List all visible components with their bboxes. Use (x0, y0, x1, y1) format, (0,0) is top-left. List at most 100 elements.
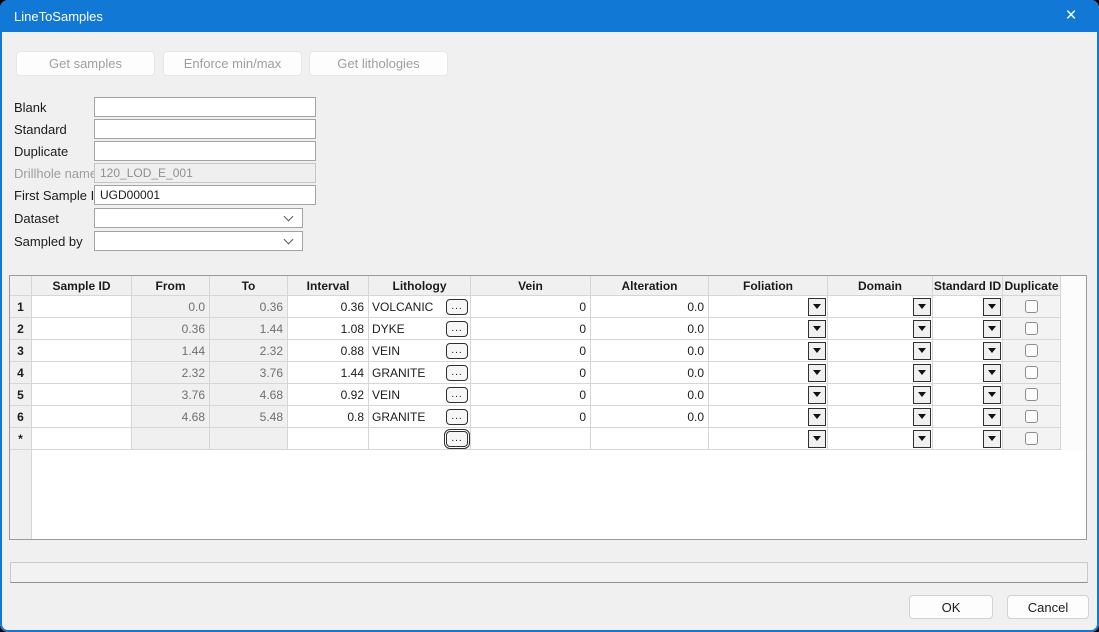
domain-dropdown-button[interactable] (913, 320, 931, 338)
cell-standard-id[interactable] (933, 384, 1003, 406)
row-header[interactable]: 3 (10, 340, 32, 362)
header-from[interactable]: From (132, 276, 210, 296)
standard-id-dropdown-button[interactable] (983, 364, 1001, 382)
get-lithologies-button[interactable]: Get lithologies (309, 51, 448, 76)
cell-foliation[interactable] (709, 406, 828, 428)
header-duplicate[interactable]: Duplicate (1003, 276, 1061, 296)
duplicate-checkbox[interactable] (1025, 410, 1038, 423)
cell-standard-id[interactable] (933, 318, 1003, 340)
foliation-dropdown-button[interactable] (808, 386, 826, 404)
dataset-dropdown[interactable] (94, 208, 303, 228)
header-to[interactable]: To (210, 276, 288, 296)
ok-button[interactable]: OK (909, 595, 993, 619)
cell-foliation[interactable] (709, 318, 828, 340)
cell-vein[interactable]: 0 (471, 340, 591, 362)
cell-sample-id[interactable] (32, 384, 132, 406)
header-domain[interactable]: Domain (828, 276, 933, 296)
cell-alteration[interactable]: 0.0 (591, 296, 709, 318)
cell-lithology[interactable]: DYKE ... (369, 318, 471, 340)
cell-domain[interactable] (828, 384, 933, 406)
cell-domain[interactable] (828, 296, 933, 318)
row-header[interactable]: 5 (10, 384, 32, 406)
cell-foliation[interactable] (709, 428, 828, 450)
row-header[interactable]: 4 (10, 362, 32, 384)
domain-dropdown-button[interactable] (913, 408, 931, 426)
cell-lithology[interactable]: GRANITE ... (369, 406, 471, 428)
cell-alteration[interactable]: 0.0 (591, 406, 709, 428)
cell-alteration[interactable]: 0.0 (591, 362, 709, 384)
cell-domain[interactable] (828, 340, 933, 362)
domain-dropdown-button[interactable] (913, 298, 931, 316)
cell-duplicate[interactable] (1003, 296, 1061, 318)
cell-vein[interactable]: 0 (471, 296, 591, 318)
cell-foliation[interactable] (709, 362, 828, 384)
cell-foliation[interactable] (709, 384, 828, 406)
standard-id-dropdown-button[interactable] (983, 342, 1001, 360)
duplicate-checkbox[interactable] (1025, 322, 1038, 335)
domain-dropdown-button[interactable] (913, 430, 931, 448)
cell-duplicate[interactable] (1003, 340, 1061, 362)
sampled-by-dropdown[interactable] (94, 231, 303, 251)
standard-id-dropdown-button[interactable] (983, 298, 1001, 316)
cell-domain[interactable] (828, 318, 933, 340)
cell-interval[interactable]: 0.92 (288, 384, 369, 406)
duplicate-checkbox[interactable] (1025, 388, 1038, 401)
cell-lithology[interactable]: VEIN ... (369, 340, 471, 362)
foliation-dropdown-button[interactable] (808, 364, 826, 382)
row-header[interactable]: 6 (10, 406, 32, 428)
domain-dropdown-button[interactable] (913, 342, 931, 360)
cell-interval[interactable]: 0.88 (288, 340, 369, 362)
lithology-picker-button[interactable]: ... (446, 299, 468, 315)
cell-vein[interactable] (471, 428, 591, 450)
header-interval[interactable]: Interval (288, 276, 369, 296)
row-header[interactable]: * (10, 428, 32, 450)
header-corner[interactable] (10, 276, 32, 296)
cell-vein[interactable]: 0 (471, 318, 591, 340)
standard-id-dropdown-button[interactable] (983, 386, 1001, 404)
lithology-picker-button[interactable]: ... (446, 321, 468, 337)
cell-sample-id[interactable] (32, 362, 132, 384)
standard-input[interactable] (94, 119, 316, 139)
cell-vein[interactable]: 0 (471, 406, 591, 428)
cell-vein[interactable]: 0 (471, 362, 591, 384)
cell-interval[interactable]: 1.44 (288, 362, 369, 384)
foliation-dropdown-button[interactable] (808, 298, 826, 316)
cell-standard-id[interactable] (933, 362, 1003, 384)
lithology-picker-button[interactable]: ... (446, 409, 468, 425)
lithology-picker-button[interactable]: ... (446, 431, 468, 447)
cell-standard-id[interactable] (933, 406, 1003, 428)
foliation-dropdown-button[interactable] (808, 430, 826, 448)
header-sample-id[interactable]: Sample ID (32, 276, 132, 296)
foliation-dropdown-button[interactable] (808, 408, 826, 426)
standard-id-dropdown-button[interactable] (983, 320, 1001, 338)
cell-interval[interactable]: 0.8 (288, 406, 369, 428)
cell-standard-id[interactable] (933, 428, 1003, 450)
title-bar[interactable]: LineToSamples × (0, 0, 1099, 32)
domain-dropdown-button[interactable] (913, 386, 931, 404)
foliation-dropdown-button[interactable] (808, 342, 826, 360)
cell-sample-id[interactable] (32, 296, 132, 318)
cell-sample-id[interactable] (32, 340, 132, 362)
duplicate-checkbox[interactable] (1025, 432, 1038, 445)
cell-domain[interactable] (828, 428, 933, 450)
cell-interval[interactable]: 0.36 (288, 296, 369, 318)
cell-lithology[interactable]: VOLCANIC ... (369, 296, 471, 318)
duplicate-input[interactable] (94, 141, 316, 161)
enforce-min-max-button[interactable]: Enforce min/max (163, 51, 302, 76)
standard-id-dropdown-button[interactable] (983, 430, 1001, 448)
cell-domain[interactable] (828, 362, 933, 384)
cell-alteration[interactable]: 0.0 (591, 318, 709, 340)
cell-foliation[interactable] (709, 340, 828, 362)
cell-sample-id[interactable] (32, 318, 132, 340)
cell-vein[interactable]: 0 (471, 384, 591, 406)
cell-foliation[interactable] (709, 296, 828, 318)
cancel-button[interactable]: Cancel (1007, 595, 1089, 619)
get-samples-button[interactable]: Get samples (16, 51, 155, 76)
duplicate-checkbox[interactable] (1025, 366, 1038, 379)
standard-id-dropdown-button[interactable] (983, 408, 1001, 426)
cell-lithology[interactable]: VEIN ... (369, 384, 471, 406)
cell-interval[interactable] (288, 428, 369, 450)
cell-duplicate[interactable] (1003, 406, 1061, 428)
first-sample-id-input[interactable] (94, 185, 316, 205)
header-vein[interactable]: Vein (471, 276, 591, 296)
